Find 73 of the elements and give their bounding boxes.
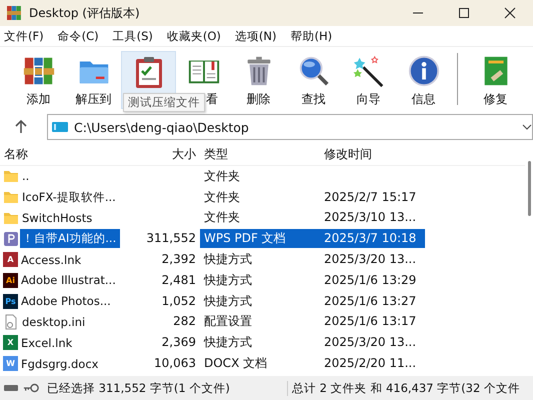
date-cell: 2025/3/7 10:18 — [320, 229, 425, 248]
key-icon — [23, 383, 39, 393]
app-icon — [6, 5, 22, 21]
menu-item[interactable]: 帮助(H) — [290, 28, 332, 44]
type-cell-text: 配置设置 — [203, 313, 253, 330]
column-header[interactable]: 名称 — [0, 146, 120, 162]
drive-icon — [3, 383, 19, 393]
file-name-cell[interactable]: .. — [0, 166, 120, 186]
add-button[interactable]: 添加 — [11, 51, 66, 109]
file-name-cell[interactable]: Ps Adobe Photos... — [0, 292, 120, 311]
dropdown-icon[interactable] — [522, 124, 532, 130]
menu-item[interactable]: 收藏夹(O) — [166, 28, 221, 44]
menu-item[interactable]: 工具(S) — [112, 28, 153, 44]
size-cell-text: 1,052 — [160, 292, 197, 310]
column-header[interactable]: 大小 — [120, 146, 200, 162]
find-button[interactable]: 查找 — [286, 51, 341, 109]
app-shortcut-icon: A — [3, 252, 18, 268]
date-cell-text: 2025/2/7 15:17 — [323, 188, 418, 206]
folder-icon — [3, 168, 19, 184]
type-cell-text: DOCX 文档 — [203, 355, 268, 372]
scrollbar-thumb[interactable] — [528, 161, 531, 216]
type-cell: WPS PDF 文档 — [200, 229, 320, 248]
app-shortcut-icon: Ai — [3, 272, 18, 288]
delete-button[interactable]: 删除 — [231, 51, 286, 109]
size-cell-text: 2,481 — [160, 272, 197, 289]
status-text: 总计 2 文件夹 和 416,437 字节(32 个文件 — [287, 380, 520, 396]
file-name-cell[interactable]: IcoFX-提取软件... — [0, 188, 120, 207]
file-name-cell[interactable]: A Access.lnk — [0, 250, 120, 270]
repair-button[interactable]: 修复 — [468, 51, 523, 109]
file-name-cell[interactable]: desktop.ini — [0, 312, 120, 332]
size-cell-text: 10,063 — [153, 355, 197, 372]
file-name-cell[interactable]: Ai Adobe Illustrat... — [0, 270, 120, 290]
date-cell-text: 2025/1/6 13:27 — [323, 292, 418, 310]
settings-file-icon — [3, 314, 19, 330]
address-field[interactable]: C:\Users\deng-qiao\Desktop — [47, 114, 533, 140]
menu-item[interactable]: 文件(F) — [4, 28, 44, 44]
date-cell-text: 2025/1/6 13:17 — [323, 313, 418, 330]
wizard-button[interactable]: 向导 — [341, 51, 396, 109]
window-title: Desktop (评估版本) — [29, 4, 140, 22]
up-arrow-icon[interactable] — [15, 120, 27, 134]
file-name-cell[interactable]: SwitchHosts — [0, 208, 120, 228]
size-cell-text: 282 — [172, 313, 197, 330]
file-name-cell[interactable]: X Excel.lnk — [0, 333, 120, 352]
file-name-cell[interactable]: W Fgdsgrg.docx — [0, 354, 120, 374]
type-cell-text: 文件夹 — [203, 188, 241, 206]
folder-icon — [3, 189, 19, 206]
type-cell-text: 快捷方式 — [202, 334, 253, 352]
type-cell-text: 文件夹 — [203, 168, 241, 185]
status-text: 已经选择 311,552 字节(1 个文件) — [46, 380, 231, 396]
type-cell-text: 文件夹 — [203, 209, 241, 226]
app-shortcut-icon: X — [3, 335, 18, 350]
info-button[interactable]: 信息 — [396, 51, 451, 109]
date-cell-text: 2025/3/20 13... — [323, 251, 418, 268]
size-cell-text: 311,552 — [145, 230, 197, 248]
date-cell-text: 2025/3/10 13... — [323, 209, 418, 226]
type-cell-text: 快捷方式 — [202, 251, 253, 268]
date-cell-text: 2025/1/6 13:29 — [323, 272, 418, 289]
menu-item[interactable]: 命令(C) — [58, 28, 99, 44]
pdf-file-icon — [3, 230, 19, 247]
app-shortcut-icon: Ps — [3, 294, 18, 309]
date-cell-text: 2025/3/20 13... — [323, 334, 418, 352]
extract-button[interactable]: 解压到 — [66, 51, 121, 109]
column-header[interactable]: 修改时间 — [320, 146, 425, 162]
column-header[interactable]: 类型 — [200, 146, 320, 162]
type-cell-text: 快捷方式 — [202, 272, 253, 289]
menu-item[interactable]: 选项(N) — [234, 28, 276, 44]
date-cell-text: 2025/2/20 11... — [323, 355, 418, 372]
size-cell-text: 2,392 — [160, 251, 197, 268]
size-cell-text: 2,369 — [160, 334, 197, 352]
tooltip: 测试压缩文件 — [123, 93, 205, 112]
drive-icon — [52, 121, 68, 133]
type-cell-text: 快捷方式 — [202, 292, 253, 310]
app-shortcut-icon: W — [3, 356, 18, 372]
